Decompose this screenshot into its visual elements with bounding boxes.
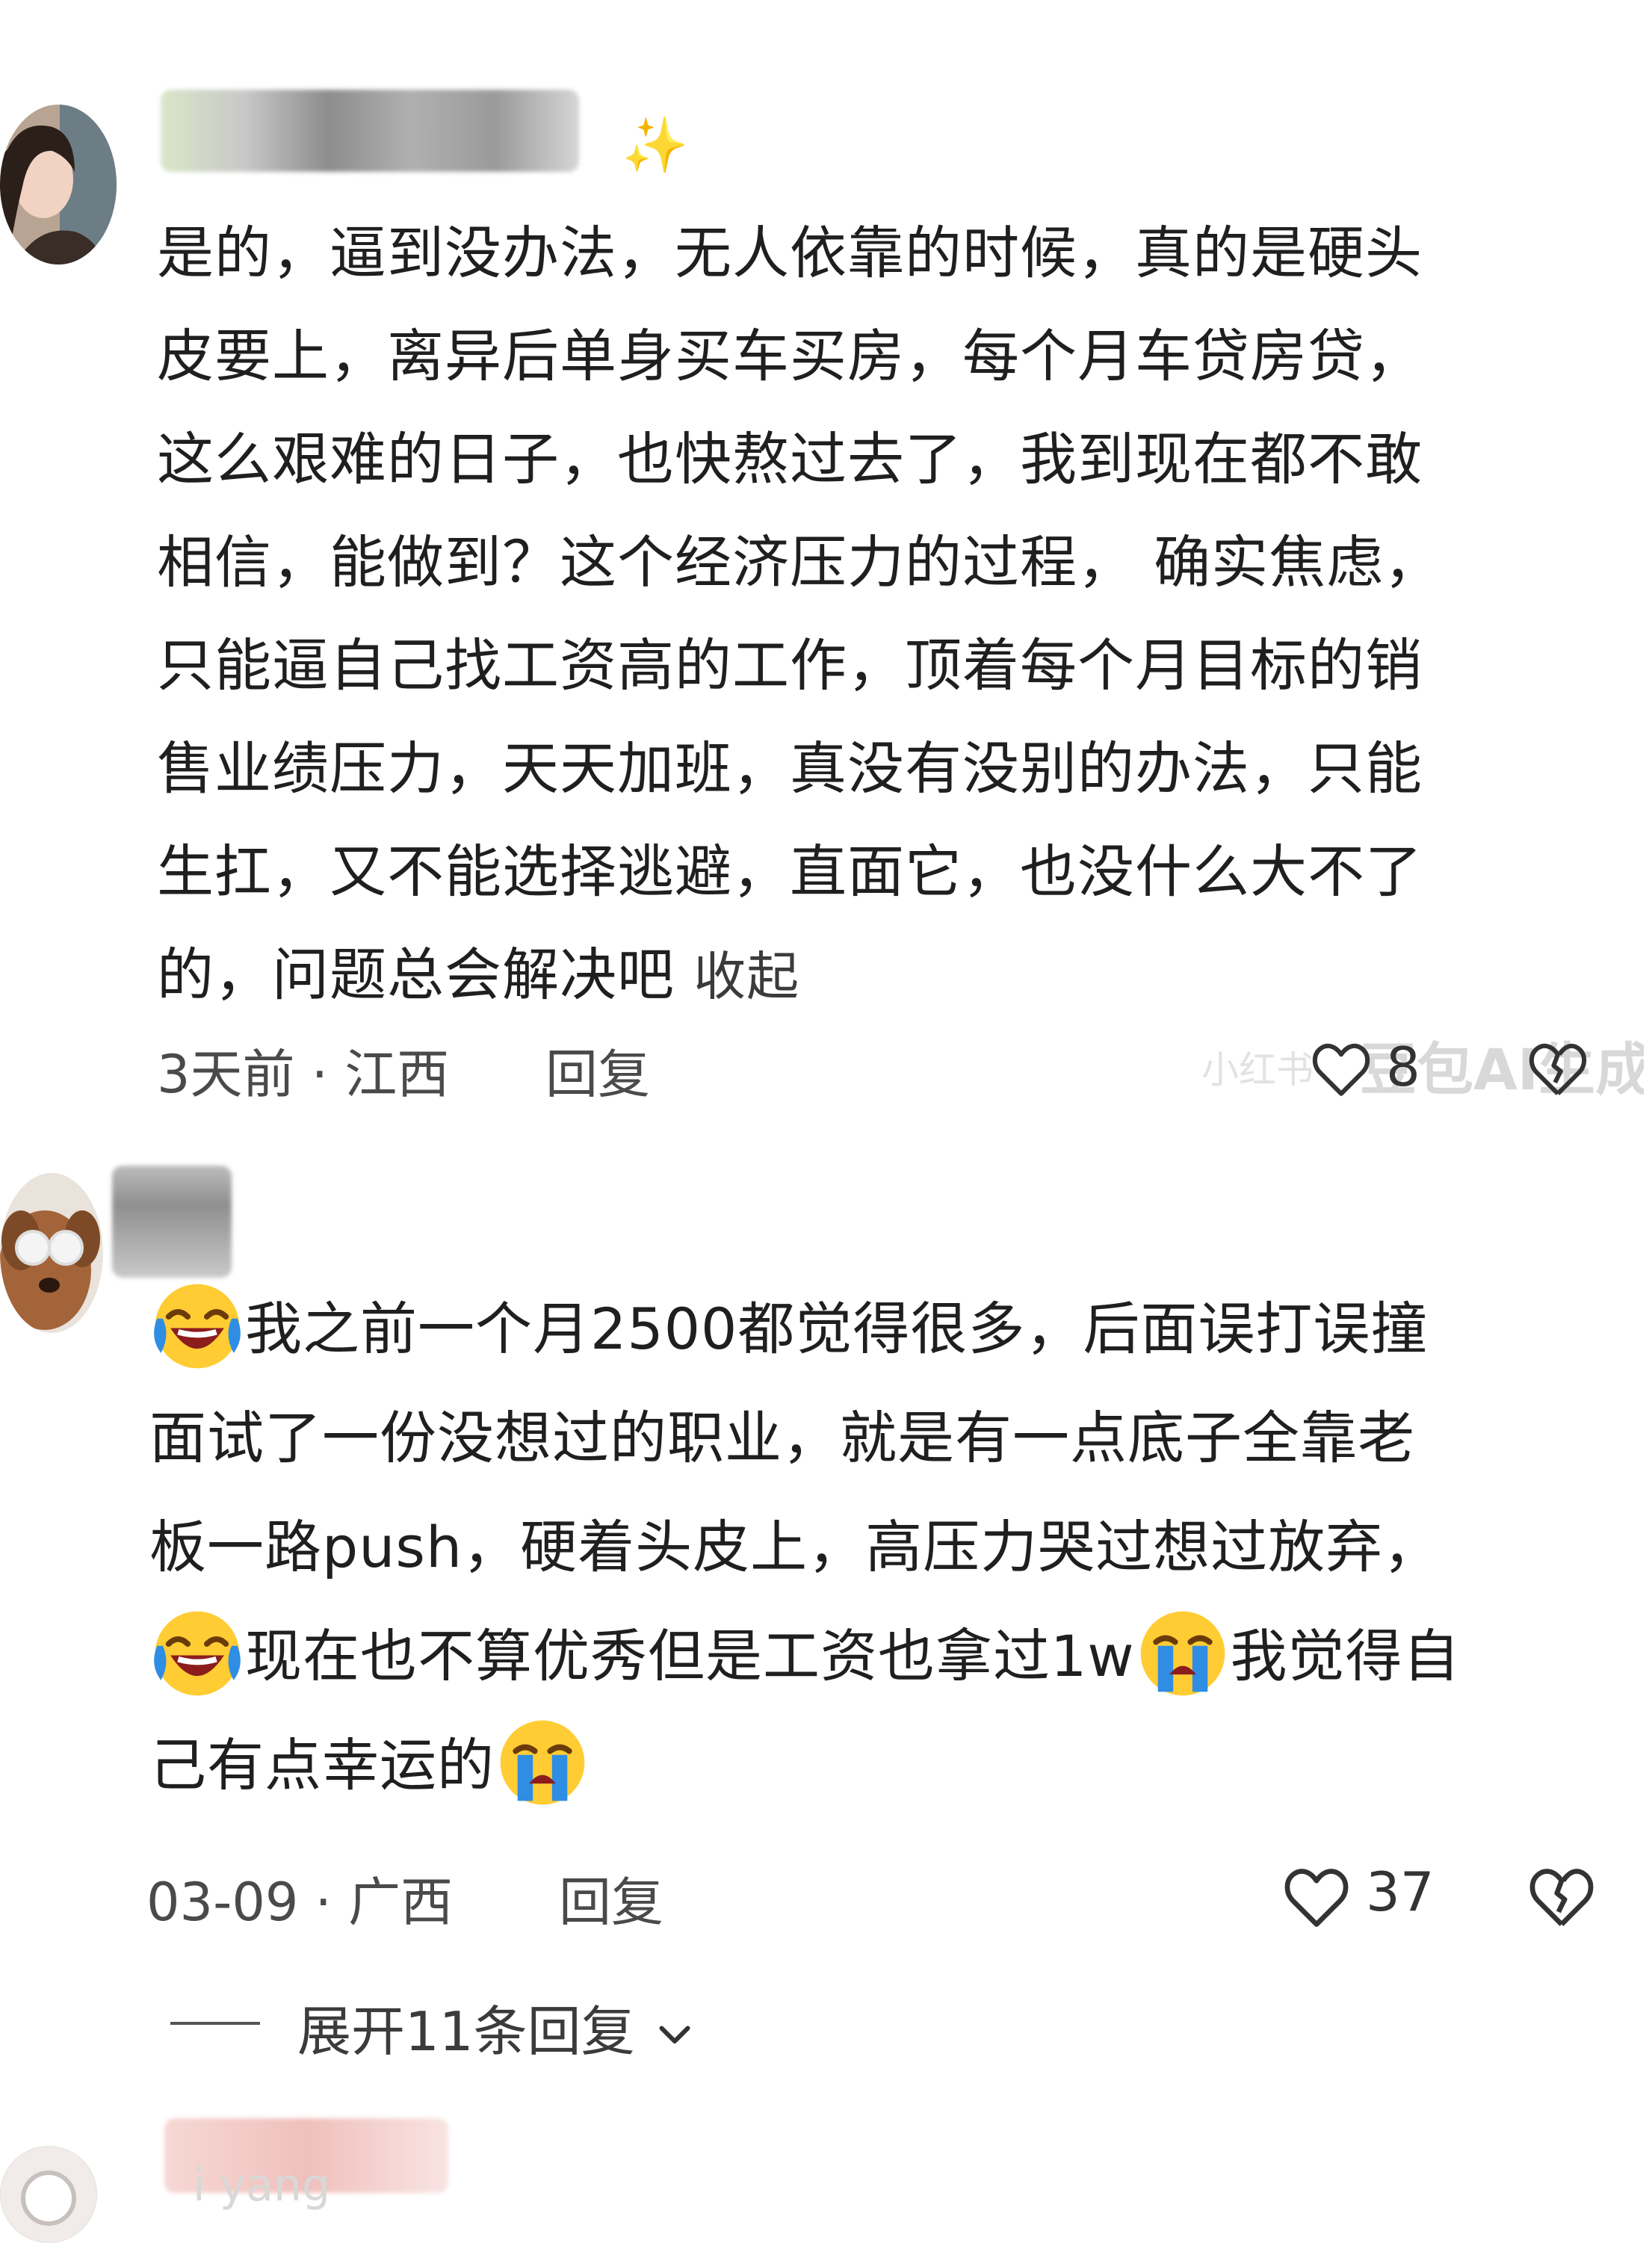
comment-line: 我之前一个月2500都觉得很多，后面误打误撞 xyxy=(149,1275,1461,1384)
comment-line: 现在也不算优秀但是工资也拿过1w 我觉得自 xyxy=(149,1602,1461,1711)
comment-line: 己有点幸运的 xyxy=(149,1711,1461,1820)
woman-portrait-avatar-icon xyxy=(0,105,117,264)
comment-line: 相信，能做到？这个经济压力的过程， 确实焦虑， xyxy=(157,529,1442,595)
collapse-link[interactable]: 收起 xyxy=(693,946,799,1007)
comment-body: 我之前一个月2500都觉得很多，后面误打误撞 面试了一份没想过的职业，就是有一点… xyxy=(149,1275,1461,1820)
reply-button[interactable]: 回复 xyxy=(559,1860,663,1936)
expand-replies-button[interactable]: 展开11条回复 xyxy=(297,1987,697,2066)
laughing-crying-emoji-icon xyxy=(149,1278,245,1374)
sparkle-icon: ✨ xyxy=(622,114,689,176)
comment-time-location: 3天前 · 江西 xyxy=(157,1044,450,1105)
comment-line-text: 我觉得自 xyxy=(1230,1623,1461,1689)
reply-button[interactable]: 回复 xyxy=(545,1033,650,1108)
comment-line: 生扛，又不能选择逃避，直面它，也没什么大不了 xyxy=(157,838,1423,905)
loudly-crying-emoji-icon xyxy=(495,1715,590,1810)
comment-body: 是的，逼到没办法，无人依靠的时候，真的是硬头 皮要上，离异后单身买车买房，每个月… xyxy=(157,202,1441,1028)
comment-line: 售业绩压力，天天加班，真没有没别的办法，只能 xyxy=(157,735,1423,802)
like-button[interactable] xyxy=(1308,1035,1375,1102)
chevron-down-icon xyxy=(659,2026,690,2044)
like-count: 8 xyxy=(1386,1036,1420,1098)
dislike-button[interactable] xyxy=(1524,1859,1599,1934)
loudly-crying-emoji-icon xyxy=(1135,1606,1231,1701)
avatar-icon xyxy=(1,2147,96,2242)
dog-with-glasses-avatar-icon xyxy=(0,1173,103,1333)
comment-line-text: 现在也不算优秀但是工资也拿过1w xyxy=(245,1623,1135,1689)
comment-line: 只能逼自己找工资高的工作，顶着每个月目标的销 xyxy=(157,632,1423,699)
user-avatar[interactable] xyxy=(0,105,117,264)
expand-divider xyxy=(170,2022,260,2025)
like-count: 37 xyxy=(1366,1860,1435,1923)
comment-line-text: 的，问题总会解决吧 xyxy=(157,941,675,1008)
broken-heart-icon xyxy=(1529,1869,1594,1926)
watermark-xiaohongshu: 小红书 xyxy=(1201,1048,1314,1092)
user-avatar[interactable] xyxy=(0,2146,97,2243)
comment-time-location: 03-09 · 广西 xyxy=(146,1872,454,1933)
comment-line-text: 己有点幸运的 xyxy=(149,1732,495,1798)
comment-line: 是的，逼到没办法，无人依靠的时候，真的是硬头 xyxy=(157,220,1423,286)
heart-icon xyxy=(1312,1043,1370,1096)
user-avatar[interactable] xyxy=(0,1173,103,1333)
like-button[interactable] xyxy=(1279,1859,1354,1934)
dislike-button[interactable] xyxy=(1524,1035,1591,1102)
blurred-username[interactable] xyxy=(112,1166,232,1278)
expand-replies-label: 展开11条回复 xyxy=(297,2000,635,2063)
comment-line: 这么艰难的日子，也快熬过去了，我到现在都不敢 xyxy=(157,426,1423,492)
comment-line: 面试了一份没想过的职业，就是有一点底子全靠老 xyxy=(149,1405,1415,1471)
third-username[interactable]: i yang xyxy=(193,2159,330,2212)
comment-line: 的，问题总会解决吧 收起 xyxy=(157,924,1441,1028)
laughing-crying-emoji-icon xyxy=(149,1606,245,1701)
broken-heart-icon xyxy=(1529,1043,1587,1095)
heart-icon xyxy=(1284,1869,1349,1927)
comment-line: 板一路push，硬着头皮上，高压力哭过想过放弃， xyxy=(149,1514,1441,1580)
comment-line-text: 我之前一个月2500都觉得很多，后面误打误撞 xyxy=(245,1296,1429,1362)
blurred-username[interactable] xyxy=(161,90,579,172)
comment-line: 皮要上，离异后单身买车买房，每个月车贷房贷， xyxy=(157,323,1423,389)
